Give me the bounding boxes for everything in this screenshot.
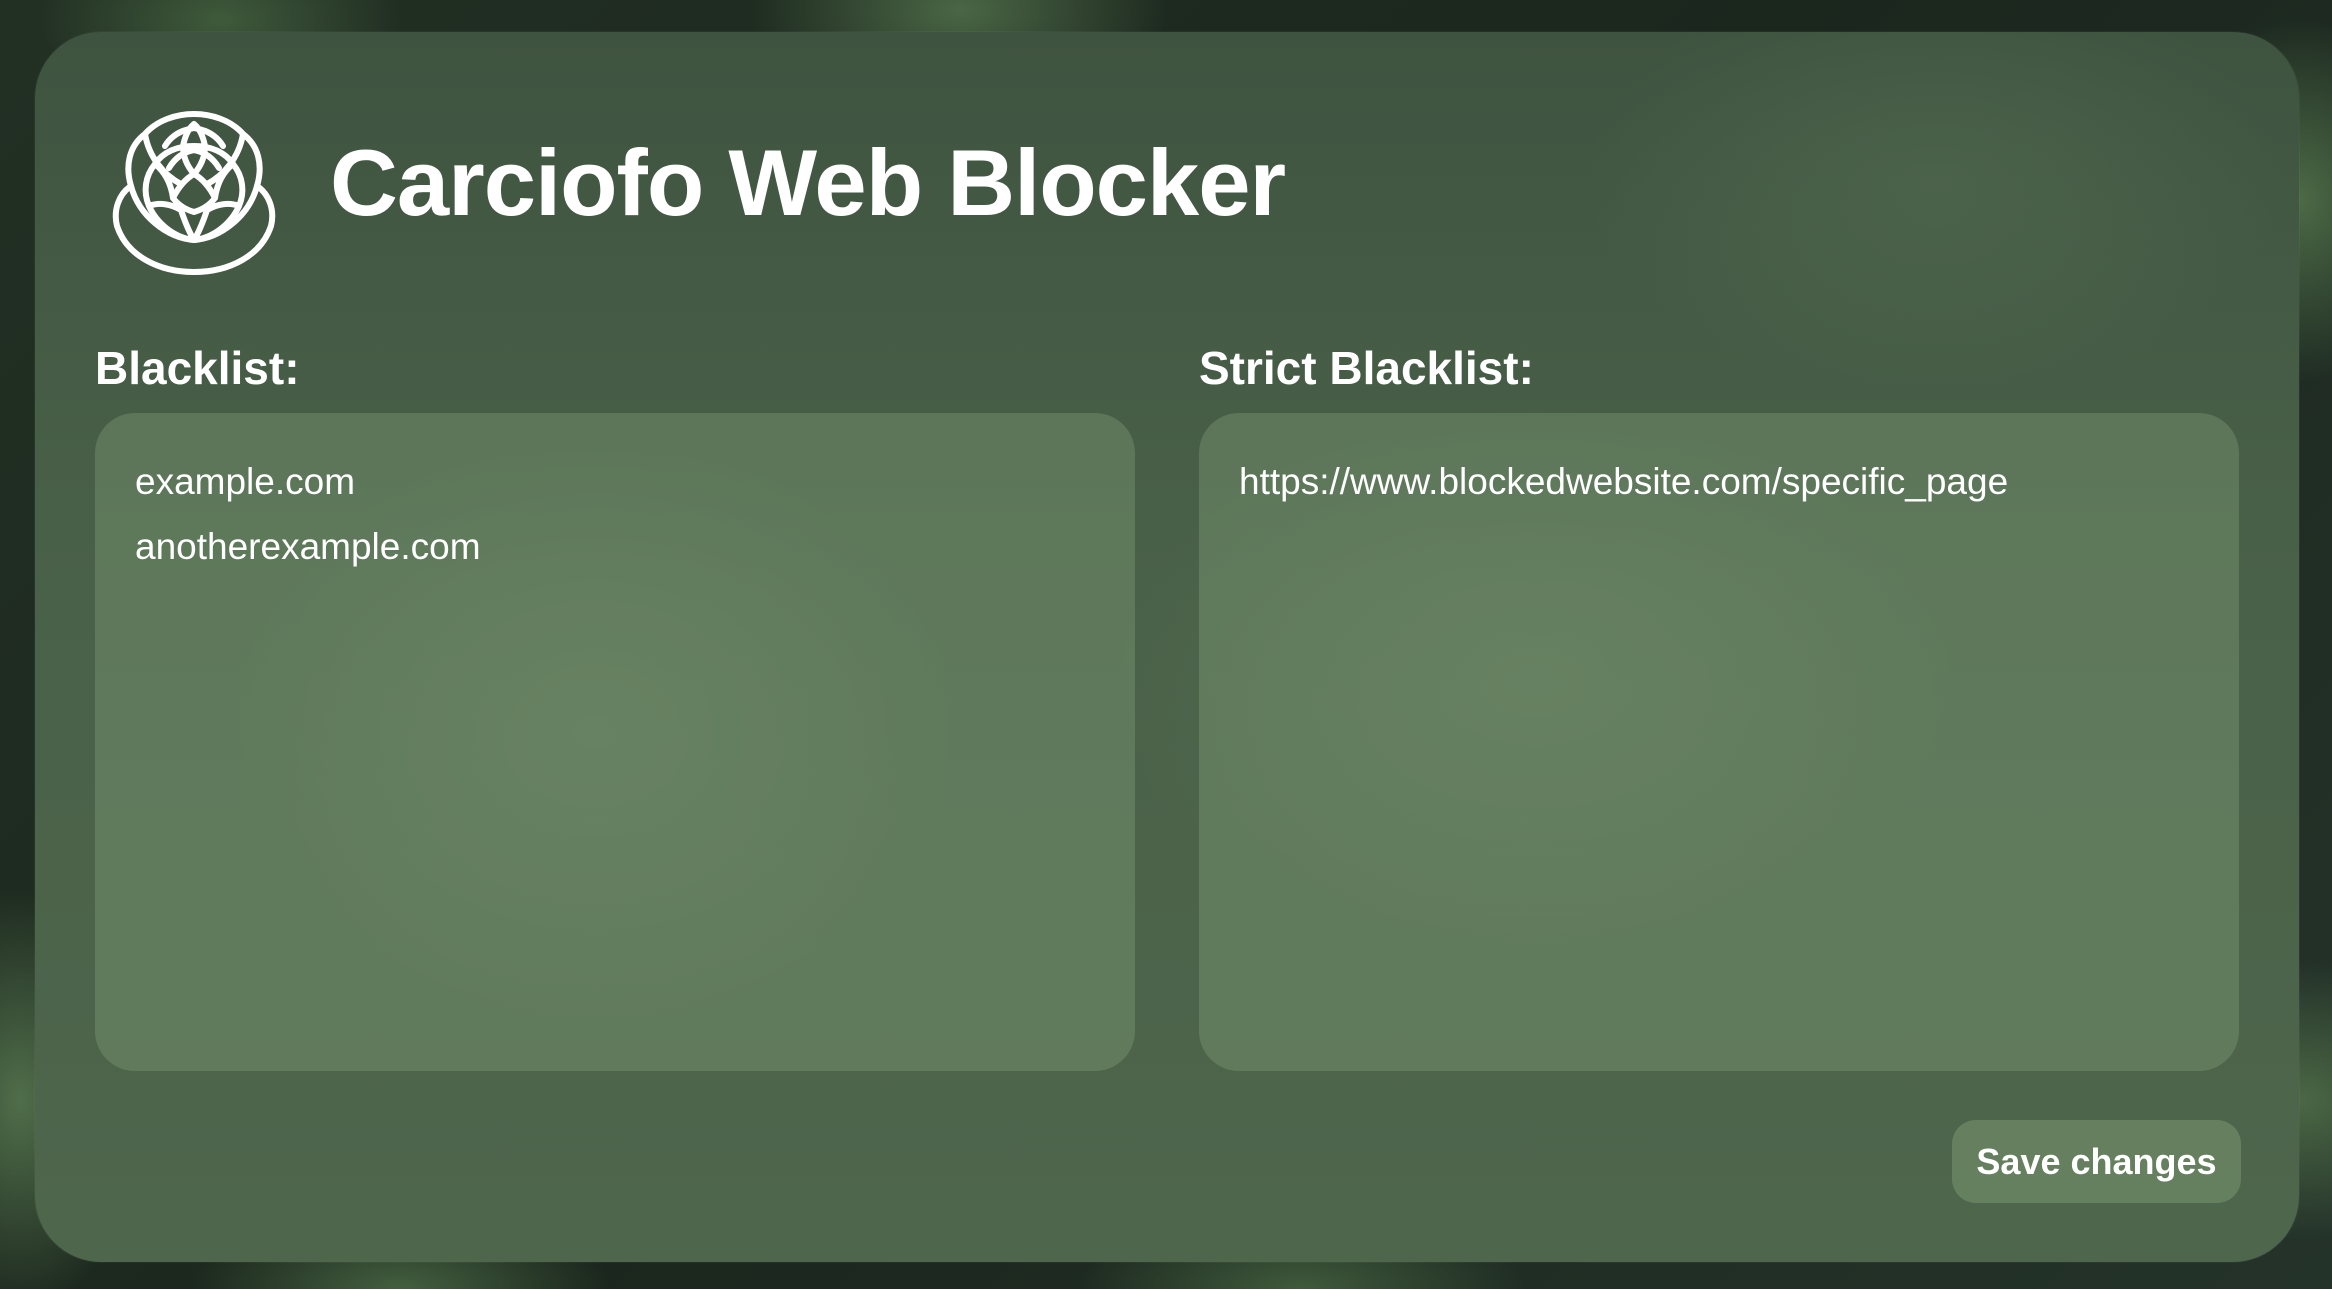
page-title: Carciofo Web Blocker: [330, 130, 1286, 235]
save-changes-button[interactable]: Save changes: [1952, 1120, 2241, 1203]
strict-blacklist-entry: https://www.blockedwebsite.com/specific_…: [1239, 461, 2009, 502]
blacklist-textarea[interactable]: example.com anotherexample.com: [95, 413, 1135, 1071]
strict-blacklist-label: Strict Blacklist:: [1199, 342, 1534, 394]
artichoke-icon: [99, 106, 289, 276]
main-panel: Carciofo Web Blocker Blacklist: Strict B…: [35, 32, 2299, 1262]
strict-blacklist-entries: https://www.blockedwebsite.com/specific_…: [1199, 413, 2239, 550]
blacklist-entry: example.com: [135, 461, 356, 502]
blacklist-entry: anotherexample.com: [135, 526, 481, 567]
blacklist-entries: example.com anotherexample.com: [95, 413, 1135, 615]
strict-blacklist-textarea[interactable]: https://www.blockedwebsite.com/specific_…: [1199, 413, 2239, 1071]
blacklist-label: Blacklist:: [95, 342, 300, 394]
